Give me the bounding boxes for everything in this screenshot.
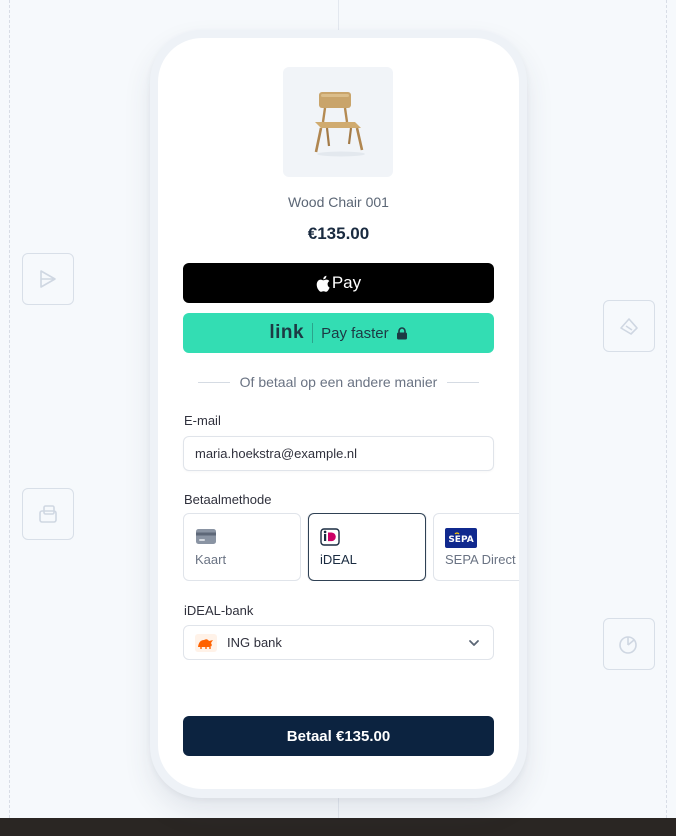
bank-value: ING bank [227, 635, 282, 650]
ing-lion-icon [195, 633, 217, 652]
decor-play-icon [22, 253, 74, 305]
sepa-icon: SEPA [445, 528, 477, 548]
bank-select[interactable]: ING bank [183, 625, 494, 660]
sepa-icon-text: SEPA [448, 535, 473, 545]
divider-line-left [198, 381, 230, 383]
lock-icon [396, 326, 407, 339]
payment-method-sepa[interactable]: SEPA SEPA Direct [433, 513, 519, 581]
chevron-down-icon [469, 640, 479, 646]
decor-tag-icon [603, 300, 655, 352]
payment-method-card[interactable]: Kaart [183, 513, 301, 581]
page-footer-bar [0, 818, 676, 836]
card-icon [196, 529, 216, 544]
layout-guide-left [9, 0, 10, 818]
apple-logo-icon [316, 275, 330, 292]
pay-button[interactable]: Betaal €135.00 [183, 716, 494, 756]
link-logo: link [269, 322, 305, 343]
payment-method-label: Betaalmethode [184, 492, 272, 507]
bank-label: iDEAL-bank [184, 603, 254, 618]
payment-method-sepa-label: SEPA Direct [445, 552, 516, 567]
alternative-divider: Of betaal op een andere manier [183, 374, 494, 390]
ideal-icon [320, 528, 340, 546]
decor-pie-icon [603, 618, 655, 670]
product-image [283, 67, 393, 177]
decor-stack-icon [22, 488, 74, 540]
product-price: €135.00 [307, 224, 370, 243]
email-label: E-mail [184, 413, 221, 428]
link-pay-button[interactable]: link Pay faster [183, 313, 494, 353]
link-separator [312, 323, 314, 343]
layout-guide-right [666, 0, 667, 818]
apple-pay-label: Pay [331, 273, 362, 292]
payment-method-card-label: Kaart [195, 552, 227, 567]
phone-frame: Wood Chair 001 €135.00 Pay link Pay fast… [150, 30, 527, 798]
link-pay-label: Pay faster [321, 324, 389, 342]
apple-pay-button[interactable]: Pay [183, 263, 494, 303]
wood-chair-icon [314, 92, 365, 157]
product-name: Wood Chair 001 [288, 194, 389, 210]
divider-text: Of betaal op een andere manier [239, 374, 438, 390]
payment-method-ideal-label: iDEAL [320, 552, 357, 567]
payment-method-ideal[interactable]: iDEAL [308, 513, 426, 581]
divider-line-right [447, 381, 480, 383]
email-value: maria.hoekstra@example.nl [195, 446, 358, 461]
email-field[interactable]: maria.hoekstra@example.nl [183, 436, 494, 471]
payment-method-tabs: Kaart iDEAL SEPA SEPA Direct [183, 513, 519, 581]
checkout-screen: Wood Chair 001 €135.00 Pay link Pay fast… [158, 38, 519, 789]
